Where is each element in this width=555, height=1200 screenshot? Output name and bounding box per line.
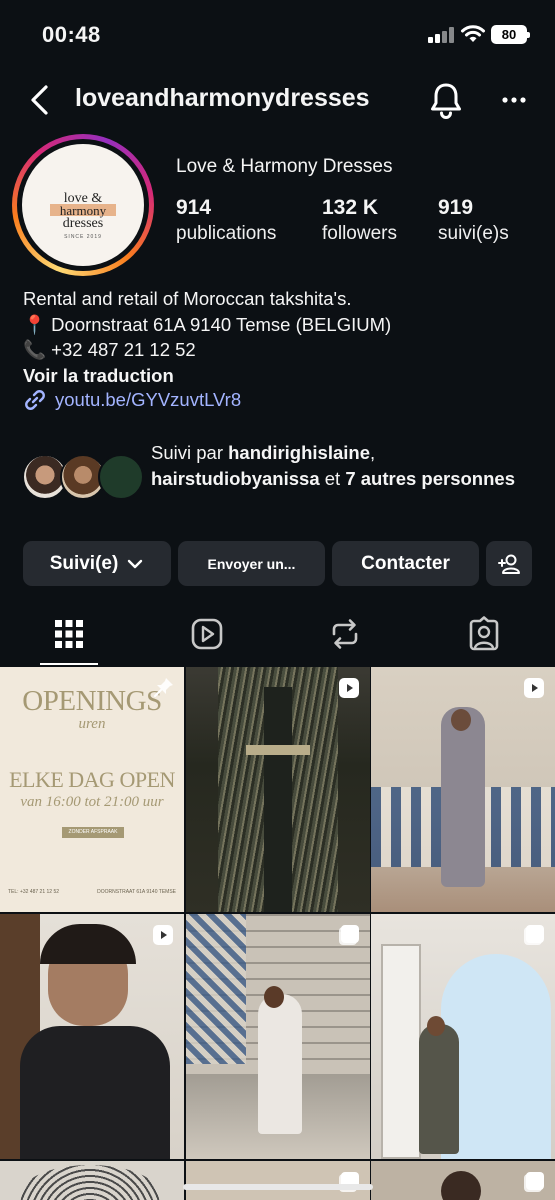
bio: Rental and retail of Moroccan takshita's… bbox=[23, 286, 391, 388]
followed-prefix: Suivi par bbox=[151, 442, 229, 463]
post-olive-kaftan-arch[interactable] bbox=[371, 914, 555, 1159]
message-button-label: Envoyer un... bbox=[207, 555, 296, 572]
post-tel: TEL: +32 487 21 12 52 bbox=[8, 889, 60, 895]
stat-followers[interactable]: 132 K followers bbox=[322, 196, 397, 245]
status-bar: 00:48 80 bbox=[0, 0, 555, 70]
stat-label: suivi(e)s bbox=[438, 223, 509, 244]
stat-value: 914 bbox=[176, 196, 212, 219]
followed-user-2: hairstudiobyanissa bbox=[151, 468, 320, 489]
post-headline: ELKE DAG OPEN bbox=[9, 767, 175, 792]
post-subtitle: uren bbox=[78, 716, 106, 732]
bio-address: 📍 Doornstraat 61A 9140 Temse (BELGIUM) bbox=[23, 313, 392, 335]
post-gray-set-stairs[interactable] bbox=[371, 667, 555, 912]
bio-link[interactable]: youtu.be/GYVzuvtLVr8 bbox=[23, 388, 241, 412]
wifi-icon bbox=[461, 25, 485, 42]
followed-by-text[interactable]: Suivi par handirighislaine, hairstudioby… bbox=[151, 440, 541, 492]
translate-link[interactable]: Voir la traduction bbox=[23, 363, 391, 389]
battery-icon: 80 bbox=[491, 25, 530, 44]
link-icon bbox=[25, 390, 45, 410]
post-pill: ZONDER AFSPRAAK bbox=[62, 827, 124, 838]
back-arrow-icon[interactable] bbox=[24, 82, 56, 118]
post-address: DOORNSTRAAT 61A 9140 TEMSE bbox=[97, 889, 176, 895]
stat-value: 919 bbox=[438, 196, 474, 219]
reel-icon bbox=[153, 925, 173, 945]
followed-user-1: handirighislaine bbox=[228, 442, 370, 463]
carousel-icon bbox=[339, 925, 359, 945]
stat-value: 132 K bbox=[322, 196, 379, 219]
post-row3-1[interactable] bbox=[0, 1161, 184, 1200]
post-row3-3[interactable] bbox=[371, 1161, 555, 1200]
followed-sep: , bbox=[369, 442, 376, 463]
reel-icon bbox=[339, 678, 359, 698]
followed-middle: et bbox=[319, 468, 346, 489]
profile-avatar-story-ring[interactable]: love & harmony dresses SINCE 2019 bbox=[12, 134, 154, 276]
pin-icon bbox=[154, 678, 173, 697]
contact-button-label: Contacter bbox=[361, 552, 450, 574]
logo-since: SINCE 2019 bbox=[64, 234, 102, 240]
message-button[interactable]: Envoyer un... bbox=[178, 541, 325, 586]
display-name: Love & Harmony Dresses bbox=[176, 156, 393, 177]
post-woman-black-kaftan[interactable] bbox=[0, 914, 184, 1159]
tab-grid-icon[interactable] bbox=[51, 616, 87, 652]
followed-others: 7 autres personnes bbox=[345, 468, 515, 489]
post-sequin-dress[interactable] bbox=[186, 667, 370, 912]
bio-link-text: youtu.be/GYVzuvtLVr8 bbox=[55, 389, 242, 410]
chevron-down-icon bbox=[128, 559, 143, 568]
tab-reels-icon[interactable] bbox=[189, 616, 225, 652]
stat-publications[interactable]: 914 publications bbox=[176, 196, 276, 245]
active-tab-indicator bbox=[40, 663, 98, 665]
tab-reposts-icon[interactable] bbox=[327, 616, 363, 652]
stat-following[interactable]: 919 suivi(e)s bbox=[438, 196, 509, 245]
contact-button[interactable]: Contacter bbox=[332, 541, 479, 586]
stat-label: followers bbox=[322, 223, 397, 244]
post-time: van 16:00 tot 21:00 uur bbox=[20, 794, 164, 810]
stat-label: publications bbox=[176, 223, 277, 244]
more-options-icon[interactable] bbox=[498, 86, 530, 114]
reel-icon bbox=[524, 678, 544, 698]
bio-line: Rental and retail of Moroccan takshita's… bbox=[23, 288, 352, 309]
following-button-label: Suivi(e) bbox=[49, 552, 119, 574]
header-username: loveandharmonydresses bbox=[75, 84, 370, 112]
post-row3-2[interactable] bbox=[186, 1161, 370, 1200]
add-person-icon bbox=[498, 554, 520, 574]
profile-header: loveandharmonydresses bbox=[0, 72, 555, 128]
status-time: 00:48 bbox=[42, 22, 101, 47]
home-indicator[interactable] bbox=[183, 1184, 373, 1190]
carousel-icon bbox=[524, 925, 544, 945]
mutual-avatar-3 bbox=[98, 454, 144, 500]
post-openings-hours[interactable]: OPENINGS uren ELKE DAG OPEN van 16:00 to… bbox=[0, 667, 184, 912]
post-white-set-stairs[interactable] bbox=[186, 914, 370, 1159]
logo-text-3: dresses bbox=[62, 216, 104, 231]
mutual-followers-avatars[interactable] bbox=[22, 454, 144, 502]
tab-tagged-icon[interactable] bbox=[466, 616, 502, 652]
profile-tabs bbox=[0, 606, 555, 666]
notification-bell-icon[interactable] bbox=[428, 80, 464, 120]
bio-phone: 📞 +32 487 21 12 52 bbox=[23, 339, 196, 360]
signal-icon bbox=[428, 27, 456, 43]
following-button[interactable]: Suivi(e) bbox=[23, 541, 171, 586]
profile-avatar-logo: love & harmony dresses SINCE 2019 bbox=[22, 144, 144, 266]
carousel-icon bbox=[524, 1172, 544, 1192]
suggested-users-button[interactable] bbox=[486, 541, 532, 586]
